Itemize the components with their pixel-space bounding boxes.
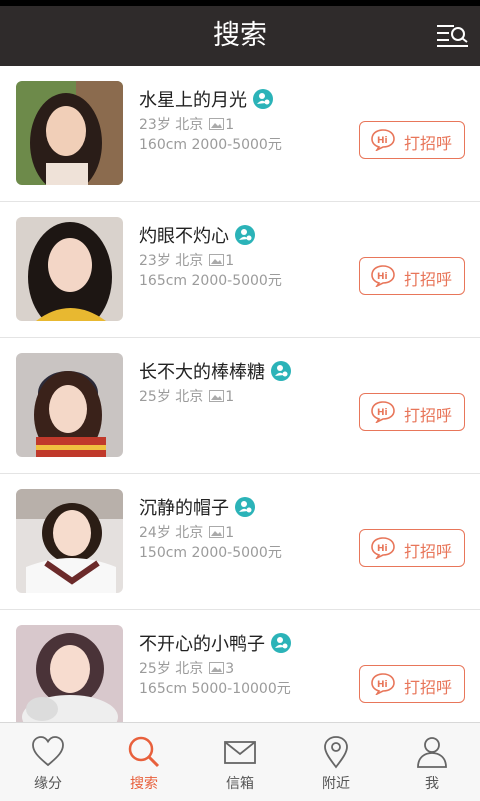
profile-row[interactable]: 水星上的月光 23岁 北京 1 160cm 2000-5000元 Hi 打招呼	[0, 66, 480, 202]
profile-city: 北京	[175, 117, 204, 133]
profile-name-line: 沉静的帽子	[139, 494, 255, 520]
profile-row[interactable]: 灼眼不灼心 23岁 北京 1 165cm 2000-5000元 Hi 打招呼	[0, 202, 480, 338]
profile-extra: 150cm 2000-5000元	[139, 545, 282, 561]
greet-label: 打招呼	[404, 678, 453, 697]
photo-icon	[209, 254, 225, 266]
profile-meta: 25岁 北京 3	[139, 658, 234, 678]
verified-icon	[253, 89, 273, 109]
tab-label: 缘分	[34, 776, 62, 792]
tab-nearby[interactable]: 附近	[288, 723, 384, 801]
header-bar: 搜索	[0, 6, 480, 66]
profile-age: 24岁	[139, 525, 171, 541]
verified-icon	[235, 497, 255, 517]
profile-age: 23岁	[139, 253, 171, 269]
profile-city: 北京	[175, 389, 204, 405]
svg-text:Hi: Hi	[377, 136, 388, 146]
profile-photo-count: 1	[225, 389, 235, 405]
page-title: 搜索	[213, 20, 267, 51]
profile-photo-count: 1	[225, 253, 235, 269]
profile-name: 水星上的月光	[139, 90, 247, 111]
user-icon	[417, 737, 447, 768]
greet-button[interactable]: Hi 打招呼	[359, 257, 465, 295]
profile-name: 长不大的棒棒糖	[139, 362, 265, 383]
svg-text:Hi: Hi	[377, 680, 388, 690]
greet-label: 打招呼	[404, 134, 453, 153]
svg-text:Hi: Hi	[377, 544, 388, 554]
profile-photo-count: 1	[225, 525, 235, 541]
hi-bubble-icon: Hi	[371, 537, 395, 559]
avatar[interactable]	[16, 81, 123, 185]
profile-meta: 23岁 北京 1	[139, 114, 234, 134]
profile-list: 水星上的月光 23岁 北京 1 160cm 2000-5000元 Hi 打招呼 灼…	[0, 66, 480, 722]
profile-city: 北京	[175, 253, 204, 269]
profile-name: 不开心的小鸭子	[139, 634, 265, 655]
profile-row[interactable]: 长不大的棒棒糖 25岁 北京 1 Hi 打招呼	[0, 338, 480, 474]
greet-button[interactable]: Hi 打招呼	[359, 393, 465, 431]
tab-label: 搜索	[130, 776, 158, 792]
verified-icon	[271, 633, 291, 653]
profile-name-line: 不开心的小鸭子	[139, 630, 291, 656]
svg-text:Hi: Hi	[377, 408, 388, 418]
profile-city: 北京	[175, 661, 204, 677]
photo-icon	[209, 526, 225, 538]
profile-name-line: 灼眼不灼心	[139, 222, 255, 248]
profile-name: 灼眼不灼心	[139, 226, 229, 247]
photo-icon	[209, 390, 225, 402]
tab-me[interactable]: 我	[384, 723, 480, 801]
hi-bubble-icon: Hi	[371, 673, 395, 695]
profile-extra: 165cm 2000-5000元	[139, 273, 282, 289]
profile-photo-count: 1	[225, 117, 235, 133]
filter-search-icon[interactable]	[436, 20, 470, 50]
tab-fate[interactable]: 缘分	[0, 723, 96, 801]
profile-extra: 160cm 2000-5000元	[139, 137, 282, 153]
verified-icon	[235, 225, 255, 245]
greet-button[interactable]: Hi 打招呼	[359, 665, 465, 703]
profile-row[interactable]: 不开心的小鸭子 25岁 北京 3 165cm 5000-10000元 Hi 打招呼	[0, 610, 480, 722]
photo-icon	[209, 662, 225, 674]
tab-mailbox[interactable]: 信箱	[192, 723, 288, 801]
avatar[interactable]	[16, 489, 123, 593]
mail-icon	[224, 741, 256, 764]
profile-row[interactable]: 沉静的帽子 24岁 北京 1 150cm 2000-5000元 Hi 打招呼	[0, 474, 480, 610]
greet-label: 打招呼	[404, 542, 453, 561]
profile-photo-count: 3	[225, 661, 235, 677]
greet-label: 打招呼	[404, 406, 453, 425]
greet-button[interactable]: Hi 打招呼	[359, 529, 465, 567]
tab-label: 信箱	[226, 776, 254, 792]
tab-search[interactable]: 搜索	[96, 723, 192, 801]
hi-bubble-icon: Hi	[371, 401, 395, 423]
search-icon	[128, 736, 160, 768]
profile-meta: 24岁 北京 1	[139, 522, 234, 542]
greet-label: 打招呼	[404, 270, 453, 289]
hi-bubble-icon: Hi	[371, 129, 395, 151]
greet-button[interactable]: Hi 打招呼	[359, 121, 465, 159]
bottom-tab-bar: 缘分 搜索 信箱 附近 我	[0, 722, 480, 801]
profile-extra: 165cm 5000-10000元	[139, 681, 291, 697]
location-pin-icon	[324, 736, 348, 769]
heart-icon	[32, 736, 64, 767]
profile-name-line: 水星上的月光	[139, 86, 273, 112]
tab-label: 我	[425, 776, 439, 792]
profile-city: 北京	[175, 525, 204, 541]
verified-icon	[271, 361, 291, 381]
profile-name-line: 长不大的棒棒糖	[139, 358, 291, 384]
profile-age: 25岁	[139, 389, 171, 405]
hi-bubble-icon: Hi	[371, 265, 395, 287]
avatar[interactable]	[16, 625, 123, 722]
photo-icon	[209, 118, 225, 130]
svg-text:Hi: Hi	[377, 272, 388, 282]
avatar[interactable]	[16, 353, 123, 457]
profile-age: 23岁	[139, 117, 171, 133]
profile-meta: 25岁 北京 1	[139, 386, 234, 406]
profile-meta: 23岁 北京 1	[139, 250, 234, 270]
profile-age: 25岁	[139, 661, 171, 677]
profile-name: 沉静的帽子	[139, 498, 229, 519]
tab-label: 附近	[322, 776, 350, 792]
avatar[interactable]	[16, 217, 123, 321]
